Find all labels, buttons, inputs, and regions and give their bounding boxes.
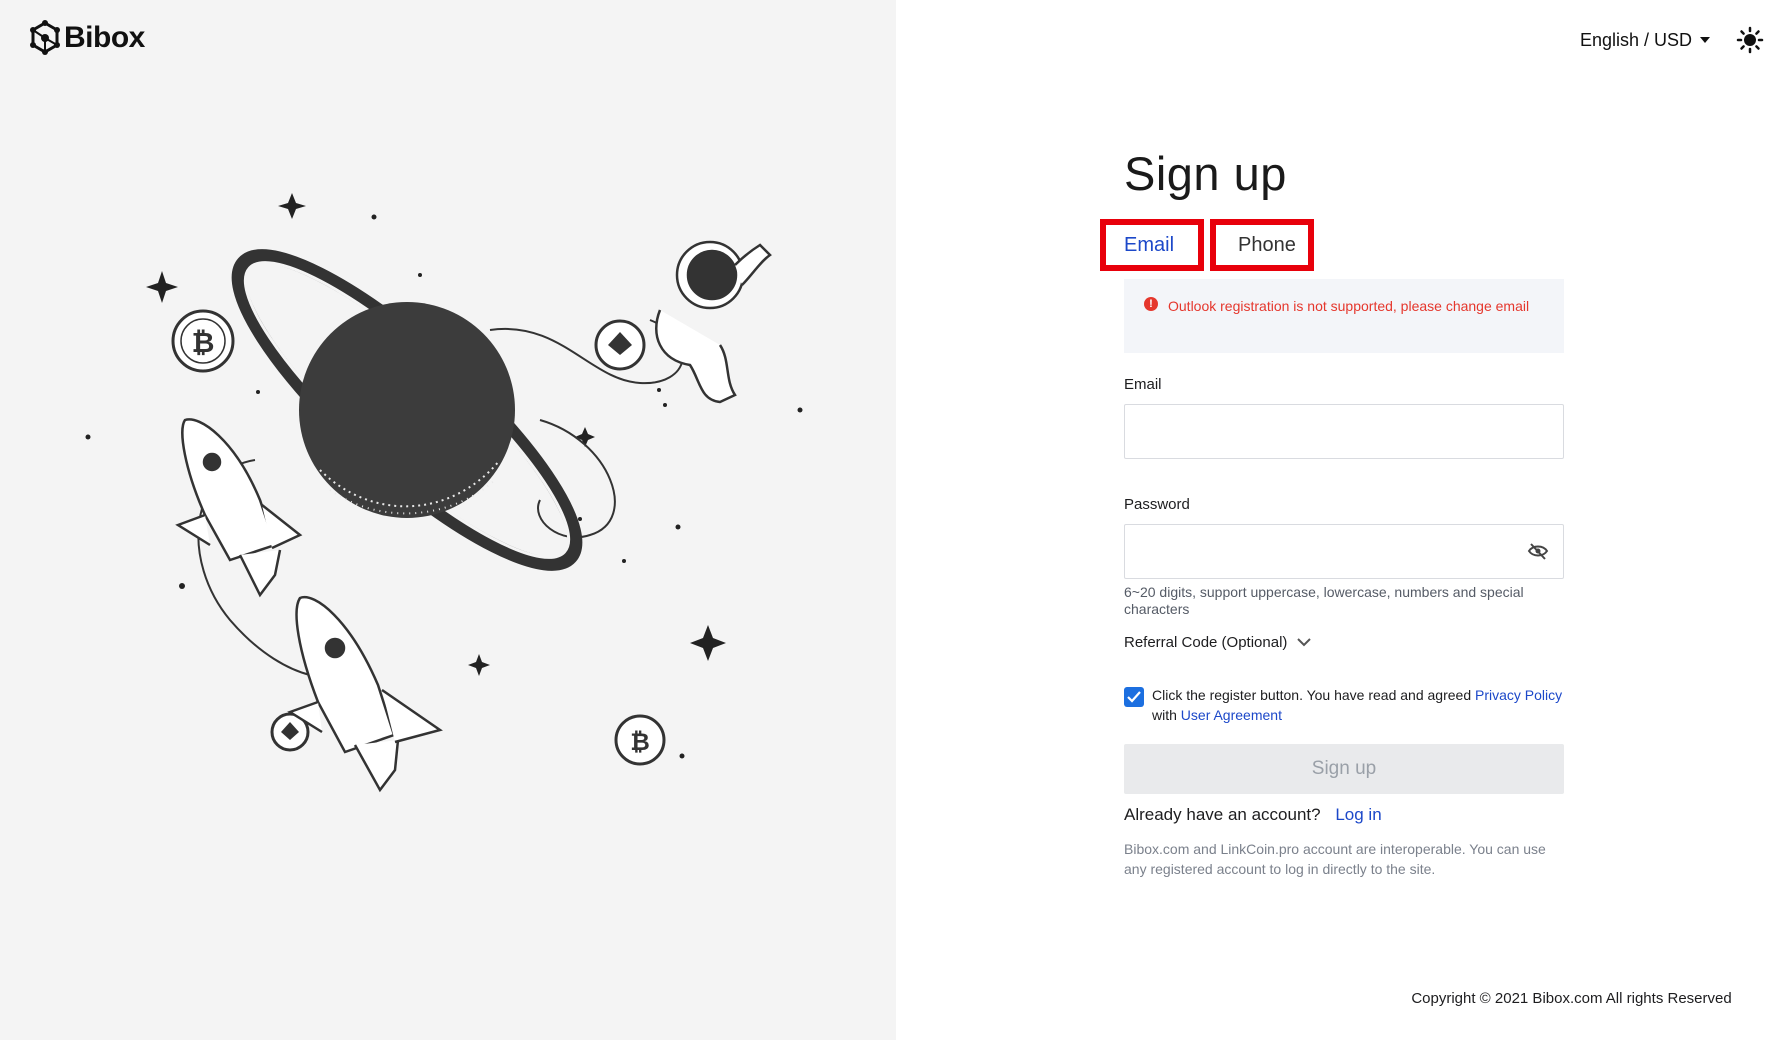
referral-code-toggle[interactable]: Referral Code (Optional)	[1124, 634, 1312, 651]
star-icon	[146, 271, 178, 303]
star-icon	[278, 193, 306, 219]
eye-hidden-icon[interactable]	[1527, 542, 1549, 562]
top-bar: English / USD	[1580, 26, 1764, 54]
interoperable-note: Bibox.com and LinkCoin.pro account are i…	[1124, 841, 1546, 877]
star-icon	[468, 654, 490, 676]
signup-method-tabs: Email Phone	[1100, 219, 1314, 271]
chevron-down-icon	[1297, 638, 1312, 647]
email-field-container	[1124, 404, 1564, 459]
page-title: Sign up	[1124, 147, 1287, 200]
password-field[interactable]	[1125, 525, 1537, 578]
agreement-with: with	[1152, 707, 1177, 723]
checkmark-icon	[1127, 691, 1141, 703]
referral-code-label: Referral Code (Optional)	[1124, 634, 1288, 651]
agreement-text: Click the register button. You have read…	[1152, 685, 1564, 725]
error-icon: !	[1144, 297, 1158, 311]
space-illustration: ₿ ₿	[85, 193, 803, 793]
rocket-icon	[175, 418, 303, 598]
error-message: Outlook registration is not supported, p…	[1168, 298, 1530, 314]
password-hint: 6~20 digits, support uppercase, lowercas…	[1124, 584, 1524, 617]
signup-button[interactable]: Sign up	[1124, 744, 1564, 794]
rocket-icon	[287, 595, 443, 793]
signup-form: Sign up Email Phone ! Outlook registrati…	[1100, 145, 1564, 877]
svg-text:₿: ₿	[630, 728, 650, 756]
signup-panel: English / USD Sign up Email Phone ! Outl…	[896, 0, 1792, 1040]
svg-text:₿: ₿	[192, 326, 215, 359]
language-currency-select[interactable]: English / USD	[1580, 30, 1710, 51]
password-label: Password	[1124, 496, 1190, 513]
star-icon	[690, 625, 726, 661]
tab-phone[interactable]: Phone	[1210, 219, 1314, 271]
bitcoin-coin-icon: ₿	[171, 309, 235, 373]
language-currency-label: English / USD	[1579, 29, 1692, 50]
login-row: Already have an account? Log in	[1124, 805, 1382, 825]
error-alert: ! Outlook registration is not supported,…	[1124, 279, 1564, 353]
illustration-panel: Bibox ₿ ₿	[0, 0, 896, 1040]
password-field-container	[1124, 524, 1564, 579]
footer-copyright-container: Copyright © 2021 Bibox.com All rights Re…	[896, 990, 1792, 1007]
bitcoin-coin-icon: ₿	[614, 714, 666, 766]
email-field[interactable]	[1125, 405, 1537, 458]
agreement-checkbox[interactable]	[1124, 687, 1144, 707]
agreement-row: Click the register button. You have read…	[1124, 685, 1564, 725]
coin-icon	[594, 319, 646, 371]
privacy-policy-link[interactable]: Privacy Policy	[1475, 687, 1562, 703]
astronaut-icon	[655, 240, 772, 404]
user-agreement-link[interactable]: User Agreement	[1181, 707, 1282, 723]
planet-icon	[299, 302, 515, 518]
page: Bibox ₿ ₿ English / USD Sign up Email Ph…	[0, 0, 1792, 1040]
login-prompt: Already have an account?	[1124, 805, 1321, 824]
email-label: Email	[1124, 376, 1162, 393]
agreement-prefix: Click the register button. You have read…	[1152, 687, 1472, 703]
copyright-text: Copyright © 2021 Bibox.com All rights Re…	[1411, 990, 1732, 1007]
tab-email[interactable]: Email	[1100, 219, 1204, 271]
login-link[interactable]: Log in	[1335, 805, 1381, 824]
caret-down-icon	[1700, 37, 1710, 43]
sun-icon[interactable]	[1736, 26, 1764, 54]
